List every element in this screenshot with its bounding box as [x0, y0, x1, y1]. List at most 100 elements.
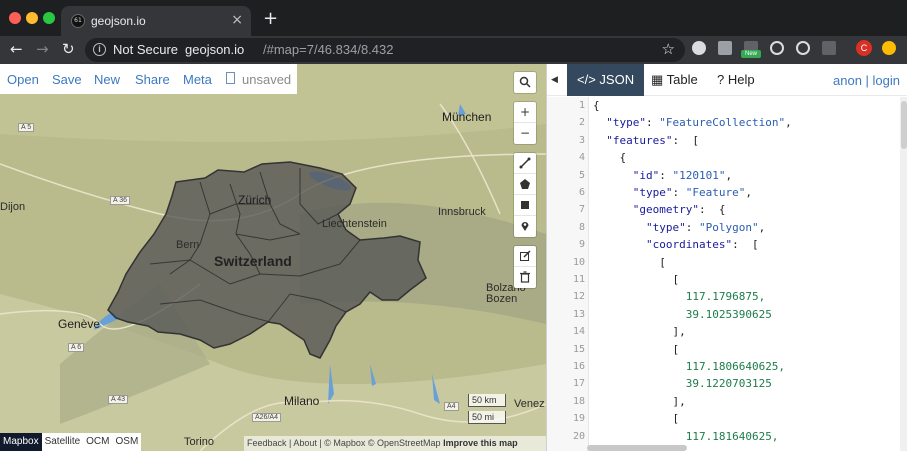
login-link[interactable]: login — [873, 73, 900, 88]
code-line: 6 "type": "Feature", — [547, 184, 907, 201]
code-text: 117.1806640625, — [593, 358, 785, 375]
map-label-munchen: München — [442, 110, 492, 124]
address-bar[interactable]: i Not Secure geojson.io /#map=7/46.834/8… — [85, 38, 685, 62]
marker-icon[interactable] — [514, 216, 536, 237]
improve-map-link[interactable]: Improve this map — [443, 438, 518, 448]
json-punctuation: , — [785, 116, 792, 130]
line-number: 10 — [572, 256, 585, 268]
code-line: 13 39.1025390625 — [547, 306, 907, 323]
url-host[interactable]: geojson.io — [185, 42, 244, 57]
map-label-liechtenstein: Liechtenstein — [322, 218, 387, 230]
search-icon[interactable] — [514, 72, 536, 93]
line-number: 19 — [572, 413, 585, 425]
json-number-value: 39.1220703125 — [685, 377, 772, 391]
code-line: 10 [ — [547, 254, 907, 271]
line-number: 17 — [572, 378, 585, 390]
line-number: 16 — [572, 361, 585, 372]
draw-toolbar — [514, 153, 536, 237]
line-number: 4 — [578, 152, 585, 164]
close-window-button[interactable] — [9, 12, 21, 24]
map-label-switzerland: Switzerland — [214, 253, 292, 269]
json-key: "geometry" — [632, 203, 699, 217]
code-line: 9 "coordinates": [ — [547, 236, 907, 253]
extension-7-icon[interactable] — [882, 41, 896, 55]
code-text: "id": "120101", — [593, 167, 732, 184]
menu-share[interactable]: Share — [135, 72, 170, 87]
extension-6-icon[interactable] — [822, 41, 836, 55]
vertical-scrollbar[interactable] — [900, 97, 907, 451]
back-arrow-icon[interactable]: ← — [10, 40, 23, 58]
favicon-icon: 61 — [71, 14, 85, 28]
extension-1-icon[interactable] — [692, 41, 706, 55]
code-text: "type": "Polygon", — [593, 219, 765, 236]
json-punctuation: , — [725, 168, 733, 182]
layer-satellite[interactable]: Satellite — [41, 433, 84, 451]
json-number-value: 117.1806640625, — [685, 360, 786, 373]
polygon-icon[interactable] — [514, 174, 536, 195]
zoom-in-button[interactable]: + — [514, 102, 536, 123]
edit-icon[interactable] — [514, 246, 536, 267]
tab-json[interactable]: </> JSON — [567, 64, 645, 96]
menu-save[interactable]: Save — [52, 72, 82, 87]
polyline-icon[interactable] — [514, 153, 536, 174]
json-punctuation: { — [619, 151, 627, 165]
road-shield-a43: A 43 — [108, 395, 129, 404]
reload-icon[interactable]: ↻ — [62, 40, 75, 58]
line-number: 2 — [578, 117, 585, 129]
map-label-zurich: Zürich — [238, 193, 272, 207]
map-attribution: Feedback | About | © Mapbox © OpenStreet… — [244, 436, 546, 451]
rectangle-icon[interactable] — [514, 195, 536, 216]
line-number: 15 — [572, 343, 585, 355]
map-label-innsbruck: Innsbruck — [438, 206, 486, 218]
vertical-scrollbar-thumb[interactable] — [901, 101, 907, 149]
bookmark-star-icon[interactable]: ☆ — [662, 40, 675, 58]
layer-mapbox[interactable]: Mapbox — [0, 433, 42, 451]
forward-arrow-icon[interactable]: → — [36, 40, 49, 58]
menu-open[interactable]: Open — [7, 72, 39, 87]
profile-avatar[interactable]: C — [856, 40, 872, 56]
new-tab-button[interactable]: + — [263, 8, 278, 29]
minimize-window-button[interactable] — [26, 12, 38, 24]
layer-osm[interactable]: OSM — [112, 433, 142, 451]
map-canvas[interactable]: München Zürich Liechtenstein Innsbruck B… — [0, 64, 546, 451]
code-text: ], — [593, 393, 685, 410]
map-label-venezia: Venez — [514, 398, 545, 410]
road-shield-a6: A 6 — [68, 343, 85, 352]
json-punctuation: [ — [672, 342, 680, 356]
json-string-value: "Polygon" — [698, 220, 759, 234]
code-line: 15 [ — [547, 341, 907, 358]
line-number: 20 — [572, 430, 585, 442]
menu-meta[interactable]: Meta — [183, 72, 212, 87]
code-line: 7 "geometry": { — [547, 201, 907, 218]
info-icon[interactable]: i — [93, 43, 106, 56]
attribution-links[interactable]: Feedback | About | © Mapbox © OpenStreet… — [247, 438, 441, 448]
horizontal-scrollbar[interactable] — [587, 445, 687, 451]
browser-tab-strip: 61 geojson.io × + — [0, 0, 907, 36]
code-line: 11 [ — [547, 271, 907, 288]
collapse-pane-icon[interactable]: ◀ — [551, 75, 558, 85]
extension-5-icon[interactable] — [796, 41, 810, 55]
tab-table[interactable]: ▦ Table — [641, 64, 708, 96]
json-code-editor[interactable]: 1{2 "type": "FeatureCollection", 3 "featu… — [547, 97, 907, 451]
browser-tab[interactable]: 61 geojson.io × — [61, 6, 251, 36]
url-path[interactable]: /#map=7/46.834/8.432 — [263, 42, 393, 57]
layer-ocm[interactable]: OCM — [83, 433, 113, 451]
menu-new[interactable]: New — [94, 72, 120, 87]
json-number-value: 117.1796875, — [685, 290, 766, 304]
zoom-out-button[interactable]: − — [514, 123, 536, 144]
save-status: unsaved — [242, 72, 292, 87]
maximize-window-button[interactable] — [43, 12, 55, 24]
map-label-bern: Bern — [176, 239, 200, 251]
tab-help[interactable]: ? Help — [707, 64, 765, 96]
trash-icon[interactable] — [514, 267, 536, 288]
close-tab-icon[interactable]: × — [231, 12, 243, 28]
road-shield-a4: A4 — [444, 402, 459, 411]
extension-2-icon[interactable] — [718, 41, 732, 55]
extension-4-icon[interactable] — [770, 41, 784, 55]
code-text: [ — [593, 254, 666, 271]
code-line: 14 ], — [547, 323, 907, 340]
anon-link[interactable]: anon — [833, 73, 862, 88]
